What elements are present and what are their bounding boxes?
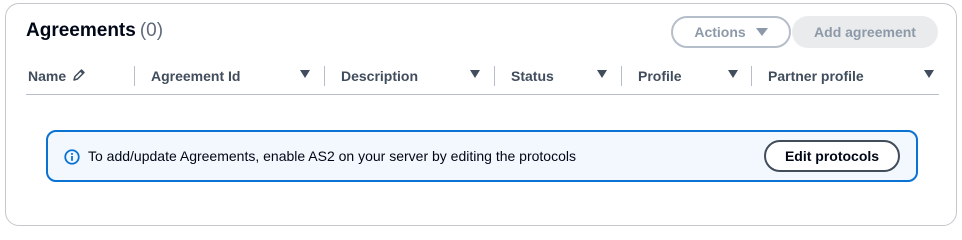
edit-protocols-button[interactable]: Edit protocols [764, 140, 900, 172]
sort-caret-icon[interactable] [924, 70, 934, 78]
column-divider[interactable] [134, 66, 135, 86]
column-header-name[interactable]: Name [28, 58, 86, 94]
column-header-description[interactable]: Description [341, 58, 418, 94]
agreements-count: (0) [139, 20, 164, 41]
table-header: Name Agreement Id Description Status Pro… [26, 58, 939, 95]
column-divider[interactable] [494, 66, 495, 86]
agreements-panel: Agreements (0) Actions Add agreement Name… [5, 3, 957, 226]
column-divider[interactable] [324, 66, 325, 86]
column-divider[interactable] [621, 66, 622, 86]
column-header-profile[interactable]: Profile [638, 58, 682, 94]
sort-caret-icon[interactable] [300, 70, 310, 78]
column-header-status[interactable]: Status [511, 58, 554, 94]
alert-message: To add/update Agreements, enable AS2 on … [88, 148, 576, 164]
actions-label: Actions [694, 24, 746, 40]
column-label-partner-profile: Partner profile [768, 68, 864, 84]
column-header-partner-profile[interactable]: Partner profile [768, 58, 864, 94]
caret-down-icon [755, 28, 768, 36]
column-label-description: Description [341, 68, 419, 84]
edit-protocols-label: Edit protocols [784, 148, 880, 164]
add-agreement-label: Add agreement [814, 24, 916, 40]
column-label-profile: Profile [638, 68, 682, 84]
title-text: Agreements [26, 20, 136, 41]
info-icon [64, 149, 80, 170]
column-label-agreement-id: Agreement Id [151, 68, 241, 84]
add-agreement-button[interactable]: Add agreement [792, 16, 938, 48]
sort-caret-icon[interactable] [470, 70, 480, 78]
column-divider[interactable] [751, 66, 752, 86]
sort-caret-icon[interactable] [728, 70, 738, 78]
column-label-status: Status [511, 68, 554, 84]
info-alert: To add/update Agreements, enable AS2 on … [46, 130, 918, 182]
sort-caret-icon[interactable] [597, 70, 607, 78]
page-title: Agreements (0) [26, 20, 163, 42]
actions-button[interactable]: Actions [671, 16, 791, 48]
pencil-icon [72, 68, 86, 85]
column-label-name: Name [28, 68, 67, 84]
column-header-agreement-id[interactable]: Agreement Id [151, 58, 240, 94]
